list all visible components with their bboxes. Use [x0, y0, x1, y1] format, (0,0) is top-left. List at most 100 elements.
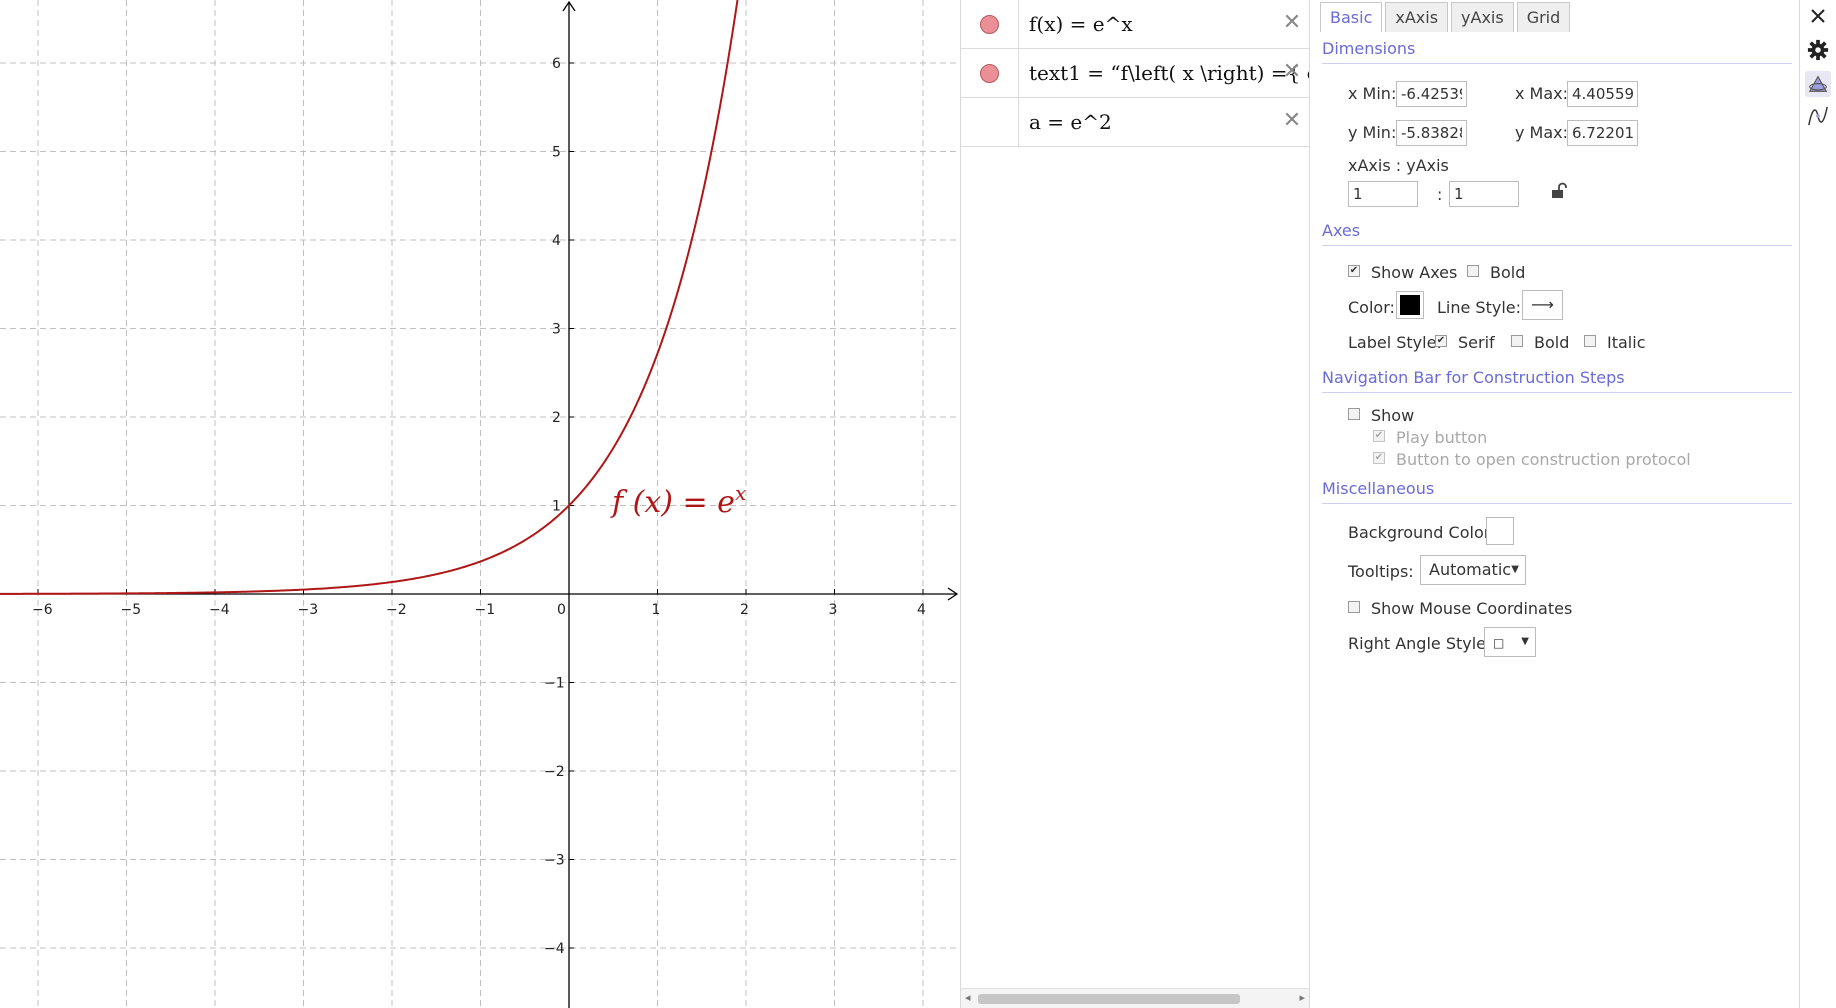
scroll-thumb[interactable]	[978, 994, 1240, 1004]
visibility-marble[interactable]	[980, 14, 999, 34]
dropdown-arrow-icon: ▼	[1511, 564, 1519, 575]
x-tick-label: −6	[32, 602, 53, 618]
graphics-view-icon[interactable]	[1805, 71, 1831, 97]
tick-labels: −6 −5 −4 −3 −2 −1 0 1 2 3 4 1 2 3 4 5 6 −1 −2 −3 −4	[32, 56, 926, 957]
algebra-row-text[interactable]: f(x) = e^x	[1019, 12, 1309, 36]
dropdown-arrow-icon: ▼	[1521, 636, 1529, 647]
play-button-label: Play button	[1396, 428, 1488, 447]
ymax-label: y Max:	[1515, 123, 1569, 142]
close-icon-svg	[1811, 9, 1825, 23]
tooltips-label: Tooltips:	[1348, 562, 1414, 581]
function-label-text: f (x) = e	[610, 485, 735, 520]
show-axes-checkbox[interactable]: ✔	[1348, 265, 1360, 277]
line-style-button[interactable]: ⟶	[1522, 290, 1563, 320]
serif-checkbox[interactable]: ✔	[1435, 335, 1447, 347]
label-bold-label: Bold	[1534, 333, 1570, 352]
x-tick-label: −2	[386, 602, 407, 618]
tooltips-value: Automatic	[1429, 560, 1512, 579]
function-label-sup: x	[735, 481, 746, 505]
mouse-coords-label: Show Mouse Coordinates	[1371, 599, 1573, 618]
function-label[interactable]: f (x) = ex	[610, 481, 746, 520]
play-button-checkbox[interactable]: ✔	[1373, 430, 1385, 442]
x-tick-label: −3	[298, 602, 319, 618]
background-color-fill	[1490, 521, 1510, 541]
visibility-marble[interactable]	[980, 63, 999, 83]
section-dimensions: Dimensions	[1322, 39, 1416, 58]
label-bold-checkbox[interactable]	[1511, 335, 1523, 347]
tab-xaxis[interactable]: xAxis	[1385, 2, 1449, 32]
axes-color-label: Color:	[1348, 298, 1395, 317]
algebra-row-f[interactable]: f(x) = e^x ✕	[961, 0, 1309, 49]
close-icon[interactable]: ✕	[1281, 110, 1303, 132]
ratio-x-input[interactable]	[1348, 181, 1418, 207]
background-color-label: Background Color:	[1348, 523, 1496, 542]
algebra-row-a[interactable]: a = e^2 ✕	[961, 98, 1309, 147]
nav-show-checkbox[interactable]	[1348, 408, 1360, 420]
axes-color-swatch[interactable]	[1396, 291, 1424, 319]
mouse-coords-checkbox[interactable]	[1348, 601, 1360, 613]
y-tick-label: 6	[552, 56, 561, 72]
marble-cell	[961, 98, 1019, 146]
x-tick-label: 0	[557, 602, 566, 618]
tab-grid[interactable]: Grid	[1516, 2, 1571, 32]
scroll-right-icon[interactable]: ▸	[1299, 991, 1305, 1004]
properties-panel: Basic xAxis yAxis Grid Dimensions x Min:…	[1312, 0, 1800, 1008]
x-tick-label: 1	[652, 602, 661, 618]
close-icon[interactable]: ✕	[1281, 12, 1303, 34]
algebra-view-icon-svg	[1808, 106, 1828, 126]
x-tick-label: −4	[209, 602, 230, 618]
scroll-left-icon[interactable]: ◂	[965, 991, 971, 1004]
tab-yaxis[interactable]: yAxis	[1451, 2, 1514, 32]
axes-color-fill	[1400, 295, 1420, 315]
properties-tabs: Basic xAxis yAxis Grid	[1320, 2, 1573, 32]
xmax-label: x Max:	[1515, 84, 1569, 103]
ymin-input[interactable]	[1396, 120, 1467, 146]
y-tick-label: 4	[552, 233, 561, 249]
axes-bold-checkbox[interactable]	[1467, 265, 1479, 277]
label-style-label: Label Style:	[1348, 333, 1442, 352]
gear-icon[interactable]	[1805, 37, 1831, 63]
x-tick-label: −1	[475, 602, 496, 618]
nav-show-label: Show	[1371, 406, 1415, 425]
background-color-swatch[interactable]	[1486, 517, 1514, 545]
algebra-view: f(x) = e^x ✕ text1 = “f\left( x \right) …	[960, 0, 1310, 1008]
section-divider	[1322, 392, 1792, 393]
serif-label: Serif	[1458, 333, 1495, 352]
tab-basic[interactable]: Basic	[1320, 2, 1383, 32]
ymax-input[interactable]	[1567, 120, 1638, 146]
x-tick-label: 2	[740, 602, 749, 618]
italic-label: Italic	[1607, 333, 1646, 352]
algebra-row-text1[interactable]: text1 = “f\left( x \right) ={ e ✕	[961, 49, 1309, 98]
marble-cell	[961, 49, 1019, 97]
close-icon[interactable]: ✕	[1281, 61, 1303, 83]
horizontal-scrollbar[interactable]: ◂ ▸	[961, 988, 1309, 1008]
ratio-y-input[interactable]	[1449, 181, 1519, 207]
y-tick-label: −4	[544, 941, 565, 957]
xmax-input[interactable]	[1567, 81, 1638, 107]
algebra-row-text[interactable]: text1 = “f\left( x \right) ={ e	[1019, 61, 1309, 85]
ymin-label: y Min:	[1348, 123, 1397, 142]
xmin-input[interactable]	[1396, 81, 1467, 107]
y-tick-label: 5	[552, 145, 561, 161]
protocol-button-checkbox[interactable]: ✔	[1373, 452, 1385, 464]
graph-canvas[interactable]: −6 −5 −4 −3 −2 −1 0 1 2 3 4 1 2 3 4 5 6 −1 −2 −3 −4 f (x) = …	[0, 0, 960, 1008]
x-tick-label: 3	[829, 602, 838, 618]
section-divider	[1322, 245, 1792, 246]
x-tick-label: −5	[121, 602, 142, 618]
section-axes: Axes	[1322, 221, 1361, 240]
right-angle-dropdown[interactable]: □ ▼	[1484, 627, 1536, 657]
section-navigation: Navigation Bar for Construction Steps	[1322, 368, 1625, 387]
grid	[0, 0, 960, 1008]
marble-cell	[961, 0, 1019, 48]
algebra-row-text[interactable]: a = e^2	[1019, 110, 1309, 134]
show-axes-label: Show Axes	[1371, 263, 1458, 282]
algebra-view-icon[interactable]	[1805, 103, 1831, 129]
y-tick-label: 2	[552, 410, 561, 426]
lock-open-icon[interactable]	[1550, 182, 1568, 200]
italic-checkbox[interactable]	[1584, 335, 1596, 347]
y-tick-label: −3	[544, 853, 565, 869]
graphics-view[interactable]: −6 −5 −4 −3 −2 −1 0 1 2 3 4 1 2 3 4 5 6 −1 −2 −3 −4 f (x) = …	[0, 0, 960, 1008]
tooltips-dropdown[interactable]: Automatic ▼	[1420, 555, 1526, 585]
close-icon[interactable]	[1805, 3, 1831, 29]
y-tick-label: −1	[544, 676, 565, 692]
